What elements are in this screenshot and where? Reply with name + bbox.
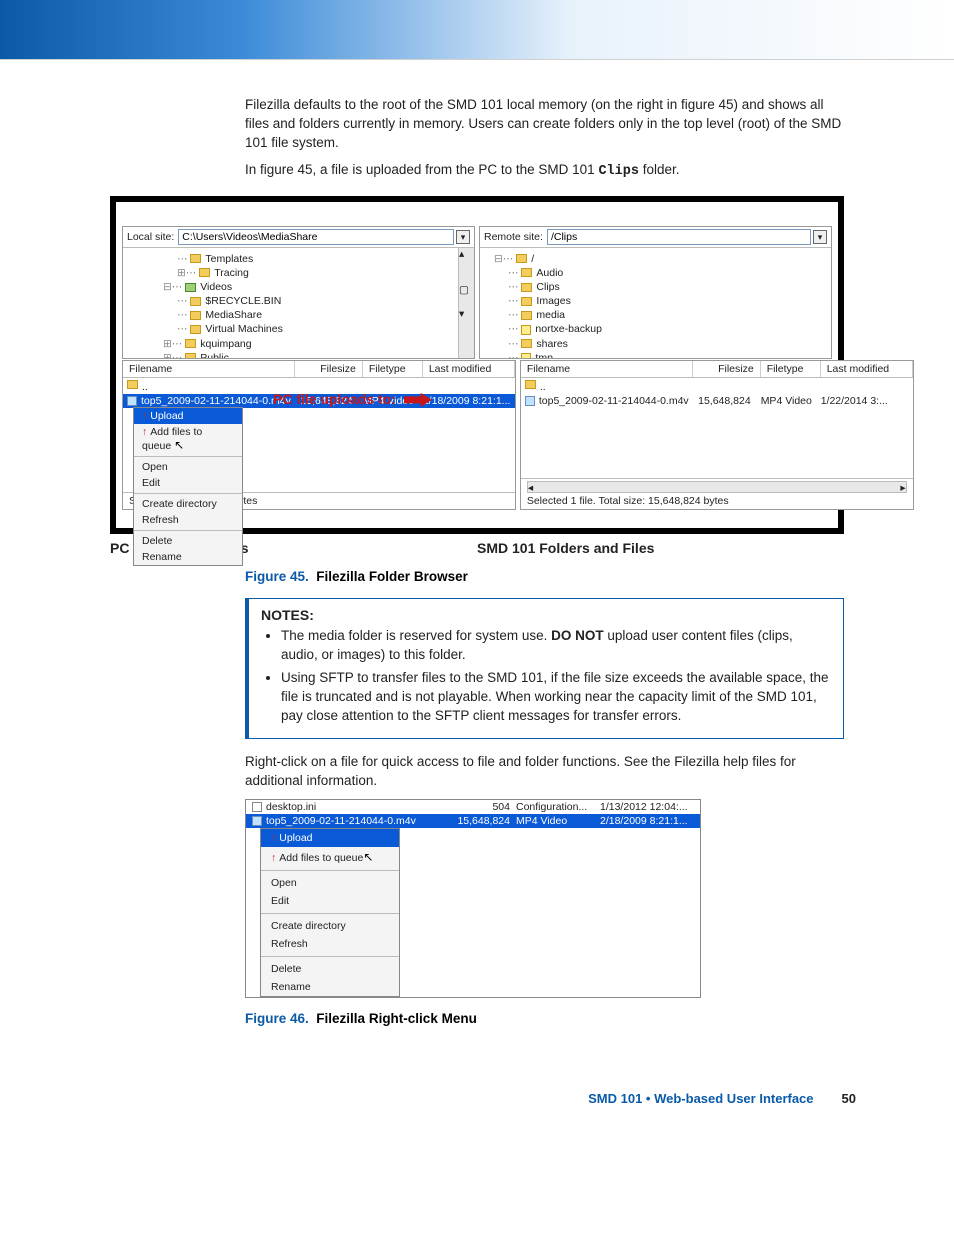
remote-tree-item[interactable]: Images xyxy=(536,295,570,307)
remote-tree-item[interactable]: tmp xyxy=(535,352,553,358)
col-filesize[interactable]: Filesize xyxy=(295,361,363,377)
col-lastmod[interactable]: Last modified xyxy=(821,361,913,377)
remote-tree-item[interactable]: shares xyxy=(536,338,568,350)
remote-tree-root[interactable]: / xyxy=(531,253,534,265)
local-tree-item[interactable]: kquimpang xyxy=(200,338,251,350)
intro-paragraph-2: In figure 45, a file is uploaded from th… xyxy=(245,161,844,182)
clips-code: Clips xyxy=(598,164,639,179)
col-filename[interactable]: Filename xyxy=(521,361,693,377)
figure-46-caption: Figure 46. Filezilla Right-click Menu xyxy=(245,1010,844,1029)
page-header-gradient xyxy=(0,0,954,60)
menu2-edit[interactable]: Edit xyxy=(261,892,399,910)
remote-tree-item[interactable]: Audio xyxy=(536,267,563,279)
local-site-path-input[interactable] xyxy=(178,229,454,245)
col-filesize[interactable]: Filesize xyxy=(693,361,761,377)
local-tree-item[interactable]: Templates xyxy=(205,253,253,265)
callout-annotation: PC file uploads to: xyxy=(273,391,432,407)
local-tree[interactable]: ⋯ Templates ⊞⋯ Tracing ⊟⋯ Videos ⋯ $RECY… xyxy=(123,248,458,358)
local-tree-item[interactable]: Virtual Machines xyxy=(205,323,282,335)
figure-45-caption: Figure 45. Filezilla Folder Browser xyxy=(245,568,844,587)
menu2-refresh[interactable]: Refresh xyxy=(261,935,399,953)
local-tree-scrollbar[interactable]: ▴▢▾ xyxy=(458,248,474,358)
menu2-create-dir[interactable]: Create directory xyxy=(261,917,399,935)
figure-46-screenshot: desktop.ini 504 Configuration... 1/13/20… xyxy=(245,799,701,998)
intro-p2-a: In figure 45, a file is uploaded from th… xyxy=(245,162,598,177)
mid-paragraph: Right-click on a file for quick access t… xyxy=(245,753,844,791)
list-row[interactable]: top5_2009-02-11-214044-0.m4v 15,648,824 … xyxy=(521,394,913,408)
menu2-rename[interactable]: Rename xyxy=(261,978,399,996)
local-site-label: Local site: xyxy=(127,231,174,243)
local-file-list[interactable]: Filename Filesize Filetype Last modified… xyxy=(122,360,516,510)
local-pane: Local site: ▾ ⋯ Templates ⊞⋯ Tracing ⊟⋯ … xyxy=(122,226,475,359)
notes-item-1: The media folder is reserved for system … xyxy=(281,627,831,665)
local-tree-item[interactable]: $RECYCLE.BIN xyxy=(205,295,281,307)
remote-status-bar: ◂▸ Selected 1 file. Total size: 15,648,8… xyxy=(521,478,913,509)
menu-create-dir[interactable]: Create directory xyxy=(134,496,242,512)
intro-paragraph-1: Filezilla defaults to the root of the SM… xyxy=(245,96,844,153)
menu2-add-queue[interactable]: ↑Add files to queue↖ xyxy=(261,847,399,867)
menu-refresh[interactable]: Refresh xyxy=(134,512,242,528)
menu-edit[interactable]: Edit xyxy=(134,475,242,491)
col-filename[interactable]: Filename xyxy=(123,361,295,377)
menu-upload[interactable]: ↑Upload xyxy=(134,408,242,424)
remote-pane: Remote site: ▾ ⊟⋯ / ⋯ Audio ⋯ Clips ⋯ Im… xyxy=(479,226,832,359)
context-menu[interactable]: ↑Upload ↑Add files to queue ↖ Open Edit … xyxy=(133,407,243,566)
col-filetype[interactable]: Filetype xyxy=(761,361,821,377)
local-tree-item[interactable]: Public xyxy=(200,352,229,358)
notes-item-2: Using SFTP to transfer files to the SMD … xyxy=(281,669,831,726)
red-arrow-icon xyxy=(404,393,432,407)
label-right: SMD 101 Folders and Files xyxy=(477,540,844,556)
menu-rename[interactable]: Rename xyxy=(134,549,242,565)
local-tree-item[interactable]: MediaShare xyxy=(205,309,262,321)
remote-site-label: Remote site: xyxy=(484,231,543,243)
local-tree-item[interactable]: Videos xyxy=(200,281,232,293)
footer-page: 50 xyxy=(842,1091,856,1106)
remote-tree-item[interactable]: Clips xyxy=(536,281,559,293)
remote-tree[interactable]: ⊟⋯ / ⋯ Audio ⋯ Clips ⋯ Images ⋯ media ⋯ … xyxy=(480,248,831,358)
remote-site-dropdown-icon[interactable]: ▾ xyxy=(813,230,827,244)
menu2-open[interactable]: Open xyxy=(261,874,399,892)
list-row-up[interactable]: .. xyxy=(521,380,913,394)
notes-title: NOTES: xyxy=(261,607,831,623)
footer-title: SMD 101 • Web-based User Interface xyxy=(588,1091,813,1106)
menu2-upload[interactable]: ↑Upload xyxy=(261,829,399,847)
remote-site-path-input[interactable] xyxy=(547,229,811,245)
menu-open[interactable]: Open xyxy=(134,459,242,475)
menu-delete[interactable]: Delete xyxy=(134,533,242,549)
menu-add-queue[interactable]: ↑Add files to queue ↖ xyxy=(134,424,242,454)
col-filetype[interactable]: Filetype xyxy=(363,361,423,377)
local-tree-item[interactable]: Tracing xyxy=(214,267,249,279)
menu2-delete[interactable]: Delete xyxy=(261,960,399,978)
local-site-dropdown-icon[interactable]: ▾ xyxy=(456,230,470,244)
remote-tree-item[interactable]: nortxe-backup xyxy=(535,323,602,335)
remote-file-list[interactable]: Filename Filesize Filetype Last modified… xyxy=(520,360,914,510)
figure-45-screenshot: Local site: ▾ ⋯ Templates ⊞⋯ Tracing ⊟⋯ … xyxy=(110,196,844,534)
notes-box: NOTES: The media folder is reserved for … xyxy=(245,598,844,738)
page-footer: SMD 101 • Web-based User Interface 50 xyxy=(0,1081,954,1138)
f46-row[interactable]: desktop.ini 504 Configuration... 1/13/20… xyxy=(246,800,700,814)
remote-h-scrollbar[interactable]: ◂▸ xyxy=(527,481,907,493)
col-lastmod[interactable]: Last modified xyxy=(423,361,515,377)
intro-p2-b: folder. xyxy=(639,162,680,177)
remote-tree-item[interactable]: media xyxy=(536,309,565,321)
context-menu-2[interactable]: ↑Upload ↑Add files to queue↖ Open Edit C… xyxy=(260,828,400,997)
f46-row-selected[interactable]: top5_2009-02-11-214044-0.m4v 15,648,824 … xyxy=(246,814,700,828)
